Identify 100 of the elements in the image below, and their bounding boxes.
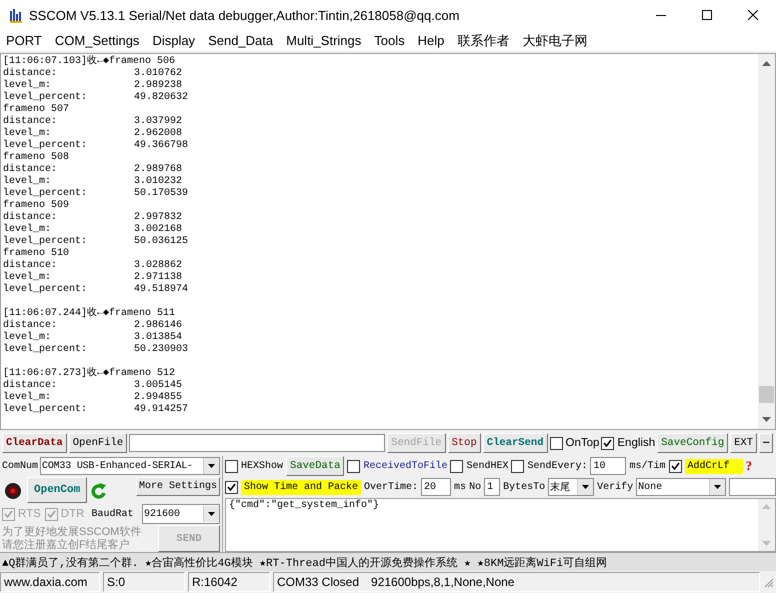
log-label: level_percent: [3,284,88,296]
ext-button[interactable]: EXT [730,433,758,454]
window-title: SSCOM V5.13.1 Serial/Net data debugger,Author:Tintin,2618058@qq.com [29,8,460,23]
menu-item[interactable]: Send_Data [208,33,274,48]
log-label: level_percent: [3,344,88,356]
log-line: frameno 508 [3,152,70,164]
caret-icon [714,485,722,490]
clear-send-button[interactable]: ClearSend [482,433,548,454]
field-label: ComNum [2,460,38,472]
log-label: level_m: [3,224,52,236]
help-icon[interactable]: ? [746,458,752,474]
log-line: [11:06:07.244]收←◆frameno 511 [3,308,176,320]
unit-label: ms/Tim [629,460,666,472]
checkbox-label: SendHEX [466,460,508,472]
checkmark-icon [670,462,680,470]
overtime-field[interactable]: 20 [421,478,452,496]
ticker-text: ▲Q群满员了,没有第二个群. ★合宙高性价比4G模块 ★RT-Thread中国人的开源免费操作系统 ★ ★8KM远距离WiFi可自组网 [2,556,608,570]
receive-area[interactable] [0,52,776,430]
checkbox[interactable] [511,460,524,473]
maximize-icon[interactable] [702,10,712,20]
file-path-field[interactable] [129,434,386,452]
save-data-button[interactable]: SaveData [286,456,344,476]
checkbox[interactable] [347,460,360,473]
scroll-thumb[interactable] [759,386,774,404]
caret-icon [208,464,216,468]
log-value: 3.013854 [134,332,182,344]
status-text: S:0 [103,572,185,592]
field-label: BytesTo [503,482,546,493]
scroll-up-icon [762,60,771,66]
stop-button[interactable]: Stop [448,433,481,454]
log-label: distance: [3,116,58,128]
menu-item[interactable]: Multi_Strings [286,33,362,48]
checkbox-label: DTR [60,508,84,520]
checkbox[interactable] [550,436,562,450]
more-settings-button[interactable]: More Settings [136,477,220,496]
log-value: 3.010762 [134,68,182,80]
log-value: 50.170539 [134,188,188,200]
checkbox-label: English [617,437,656,450]
clear-data-button[interactable]: ClearData [2,433,67,454]
menu-item[interactable]: Tools [374,33,405,48]
log-label: level_m: [3,128,52,140]
log-value: 2.997832 [134,212,182,224]
log-value: 3.028862 [134,260,182,272]
log-line: [11:06:07.103]收←◆frameno 506 [3,56,176,68]
collapse-button[interactable]: — [759,433,774,454]
scrollbar[interactable] [758,499,775,552]
verify-dropdown[interactable]: None [636,478,726,496]
log-label: level_m: [3,392,52,404]
menu-item[interactable]: COM_Settings [54,33,140,48]
log-value: 49.366798 [134,140,188,152]
scrollbar[interactable] [758,54,775,430]
log-label: level_m: [3,80,52,92]
log-label: distance: [3,164,58,176]
checkbox-label: Show Time and Packe [241,480,362,495]
notice-text: 为了更好地发展SSCOM软件 [2,526,142,538]
open-com-button[interactable]: OpenCom [27,477,88,504]
log-label: level_m: [3,332,52,344]
checkbox[interactable] [450,460,464,473]
log-value: 3.037992 [134,116,182,128]
menu-item[interactable]: 大虾电子网 [522,32,588,50]
field-label: BaudRat [91,508,134,520]
notice-text: 请您注册嘉立创F结尾客户 [2,538,131,552]
field-label: OverTime: [364,482,418,493]
menu-item[interactable]: Display [152,33,196,48]
checkbox[interactable] [601,436,614,450]
checkbox[interactable] [225,480,238,494]
input-field[interactable] [729,478,776,496]
log-value: 3.010232 [134,176,182,188]
scroll-down-icon [762,541,771,546]
caret-icon [208,512,215,516]
save-config-button[interactable]: SaveConfig [657,433,728,454]
bytes-to-dropdown[interactable]: 末尾 [548,478,594,496]
unit-label: ms [454,482,466,493]
interval-field[interactable]: 10 [590,457,626,476]
log-line: frameno 509 [3,200,70,212]
menu-item[interactable]: 联系作者 [457,32,510,50]
checkbox-label: SendEvery: [527,460,588,472]
open-file-button[interactable]: OpenFile [68,433,128,454]
checkmark-icon [603,439,612,448]
log-label: distance: [3,212,58,224]
menu-item[interactable]: Help [418,33,444,48]
com-port-dropdown[interactable]: COM33 USB-Enhanced-SERIAL- [40,457,220,476]
close-icon[interactable] [748,10,758,20]
checkbox-label: AddCrLf [684,458,742,474]
status-text: 921600bps,8,1,None,None [371,575,514,590]
log-value: 2.989768 [134,164,182,176]
log-label: level_m: [3,176,52,188]
checkbox[interactable] [225,460,238,473]
log-value: 50.230903 [134,344,188,356]
baud-rate-dropdown[interactable]: 921600 [142,504,220,524]
scroll-up-icon [762,504,771,510]
number-field[interactable]: 1 [484,478,500,496]
log-value: 50.036125 [134,236,188,248]
checkbox[interactable] [668,460,682,473]
log-line: [11:06:07.273]收←◆frameno 512 [3,368,176,380]
send-text-area[interactable]: {"cmd":"get_system_info"} [225,498,776,552]
menu-item[interactable]: PORT [6,33,42,48]
log-line: frameno 510 [3,248,70,260]
log-value: 2.986146 [134,320,182,332]
field-label: Verify [597,482,634,493]
